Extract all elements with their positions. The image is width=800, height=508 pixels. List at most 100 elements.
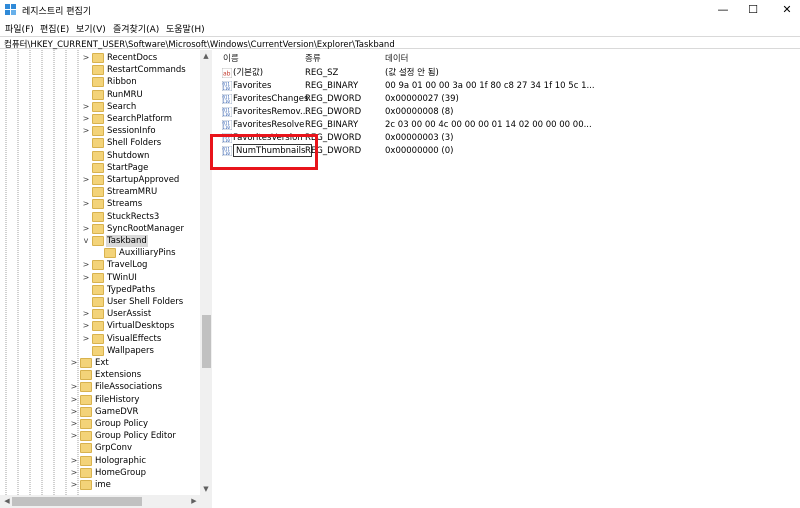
column-header-type[interactable]: 종류: [305, 52, 321, 64]
tree-item-label: ime: [95, 480, 111, 490]
folder-icon: [104, 248, 116, 259]
value-data: 00 9a 01 00 00 3a 00 1f 80 c8 27 34 1f 1…: [385, 81, 595, 91]
chevron-right-icon[interactable]: >: [70, 467, 78, 479]
folder-icon: [92, 321, 104, 332]
tree-item-label: UserAssist: [107, 309, 152, 320]
tree-item-label: Shutdown: [107, 150, 150, 161]
tree-item-label: RunMRU: [107, 89, 143, 100]
tree-item-label: FileAssociations: [95, 382, 163, 393]
values-pane[interactable]: 이름 종류 데이터 ab (기본값) REG_SZ (값 설정 안 됨) 011 110 F…: [217, 50, 800, 508]
minimize-button[interactable]: —: [706, 0, 740, 20]
chevron-right-icon[interactable]: >: [82, 113, 90, 125]
svg-text:ab: ab: [223, 71, 231, 78]
tree-hscroll-thumb[interactable]: [12, 497, 142, 506]
scroll-down-icon[interactable]: ▼: [200, 485, 212, 493]
chevron-right-icon[interactable]: >: [70, 479, 78, 491]
svg-text:110: 110: [223, 99, 231, 104]
chevron-right-icon[interactable]: >: [70, 418, 78, 430]
chevron-right-icon[interactable]: >: [82, 125, 90, 137]
chevron-right-icon[interactable]: >: [82, 223, 90, 235]
value-row[interactable]: ab (기본값) REG_SZ (값 설정 안 됨): [217, 67, 787, 79]
menu-edit[interactable]: 편집(E): [40, 22, 69, 35]
chevron-right-icon[interactable]: >: [82, 52, 90, 64]
tree-item-label: TWinUI: [107, 272, 137, 283]
tree-item-label: Extensions: [95, 370, 142, 381]
menu-favorites[interactable]: 즐겨찾기(A): [113, 22, 159, 35]
tree-item-label: Ribbon: [107, 77, 137, 88]
chevron-right-icon[interactable]: >: [82, 320, 90, 332]
maximize-button[interactable]: ☐: [736, 0, 770, 20]
close-button[interactable]: ✕: [770, 0, 800, 20]
folder-icon: [80, 394, 92, 405]
value-data: 0x00000027 (39): [385, 94, 459, 104]
chevron-right-icon[interactable]: >: [82, 308, 90, 320]
value-name: (기본값): [233, 68, 264, 78]
chevron-right-icon[interactable]: >: [70, 430, 78, 442]
chevron-right-icon[interactable]: >: [82, 198, 90, 210]
registry-editor-icon: [5, 4, 16, 15]
tree-item-label: SyncRootManager: [107, 223, 185, 234]
scroll-left-icon[interactable]: ◀: [1, 497, 13, 505]
folder-icon: [92, 284, 104, 295]
tree-item-label: SearchPlatform: [107, 114, 173, 124]
chevron-right-icon[interactable]: >: [70, 406, 78, 418]
tree-item-label: Wallpapers: [107, 345, 154, 356]
key-tree-pane[interactable]: > RecentDocs RestartCommands Ribbon RunMRU > S…: [0, 50, 212, 508]
scroll-up-icon[interactable]: ▲: [200, 52, 212, 60]
value-row[interactable]: 011 110 Favorites REG_BINARY 00 9a 01 00 00 …: [217, 80, 787, 92]
tree-item-label: TravelLog: [107, 260, 148, 271]
chevron-right-icon[interactable]: >: [70, 357, 78, 369]
value-row[interactable]: 011 110 FavoritesResolve REG_BINARY 2c 03 00…: [217, 119, 787, 131]
folder-icon: [92, 333, 104, 344]
tree-item-label: HomeGroup: [95, 467, 146, 478]
tree-item-label: RestartCommands: [107, 65, 186, 76]
folder-icon: [92, 297, 104, 307]
chevron-right-icon[interactable]: >: [70, 455, 78, 467]
tree-item-label: AuxilliaryPins: [119, 248, 176, 259]
folder-icon: [92, 126, 104, 137]
chevron-right-icon[interactable]: >: [82, 259, 90, 271]
chevron-right-icon[interactable]: >: [82, 101, 90, 113]
tree-item-label: Streams: [107, 199, 143, 210]
tree-item-label: Group Policy: [95, 419, 149, 429]
address-bar[interactable]: 컴퓨터\HKEY_CURRENT_USER\Software\Microsoft…: [0, 36, 800, 50]
column-header-data[interactable]: 데이터: [385, 52, 408, 64]
value-row[interactable]: 011 110 FavoritesChanges REG_DWORD 0x0000002…: [217, 93, 787, 105]
chevron-down-icon[interactable]: v: [82, 235, 90, 247]
value-type: REG_BINARY: [305, 81, 359, 91]
value-name: FavoritesResolve: [233, 120, 305, 130]
chevron-right-icon[interactable]: >: [70, 381, 78, 393]
address-path[interactable]: 컴퓨터\HKEY_CURRENT_USER\Software\Microsoft…: [4, 38, 395, 50]
tree-item-label: User Shell Folders: [107, 297, 184, 307]
tree-item-label: SessionInfo: [107, 126, 156, 137]
folder-icon: [92, 199, 104, 210]
menu-help[interactable]: 도움말(H): [166, 22, 205, 35]
folder-icon: [92, 260, 104, 271]
tree-vertical-scrollbar[interactable]: [200, 50, 212, 495]
chevron-right-icon[interactable]: >: [82, 174, 90, 186]
tree-item-label: StreamMRU: [107, 187, 158, 198]
menu-file[interactable]: 파일(F): [5, 22, 34, 35]
folder-icon: [92, 309, 104, 320]
binary-value-icon: 011110: [222, 120, 232, 130]
value-row[interactable]: 011 110 FavoritesRemov... REG_DWORD 0x000000…: [217, 106, 787, 118]
folder-icon: [92, 175, 104, 185]
folder-icon: [92, 89, 104, 100]
value-data: 0x00000000 (0): [385, 146, 454, 156]
chevron-right-icon[interactable]: >: [82, 272, 90, 284]
tree-item-label: StartPage: [107, 162, 149, 173]
chevron-right-icon[interactable]: >: [70, 394, 78, 406]
scroll-right-icon[interactable]: ▶: [188, 497, 200, 505]
chevron-right-icon[interactable]: >: [82, 333, 90, 345]
folder-icon: [92, 236, 104, 246]
folder-icon: [92, 223, 104, 234]
tree-scroll-thumb[interactable]: [202, 315, 211, 368]
folder-icon: [92, 211, 104, 222]
value-data: (값 설정 안 됨): [385, 68, 439, 78]
column-header-name[interactable]: 이름: [223, 52, 239, 64]
menu-view[interactable]: 보기(V): [76, 22, 106, 35]
